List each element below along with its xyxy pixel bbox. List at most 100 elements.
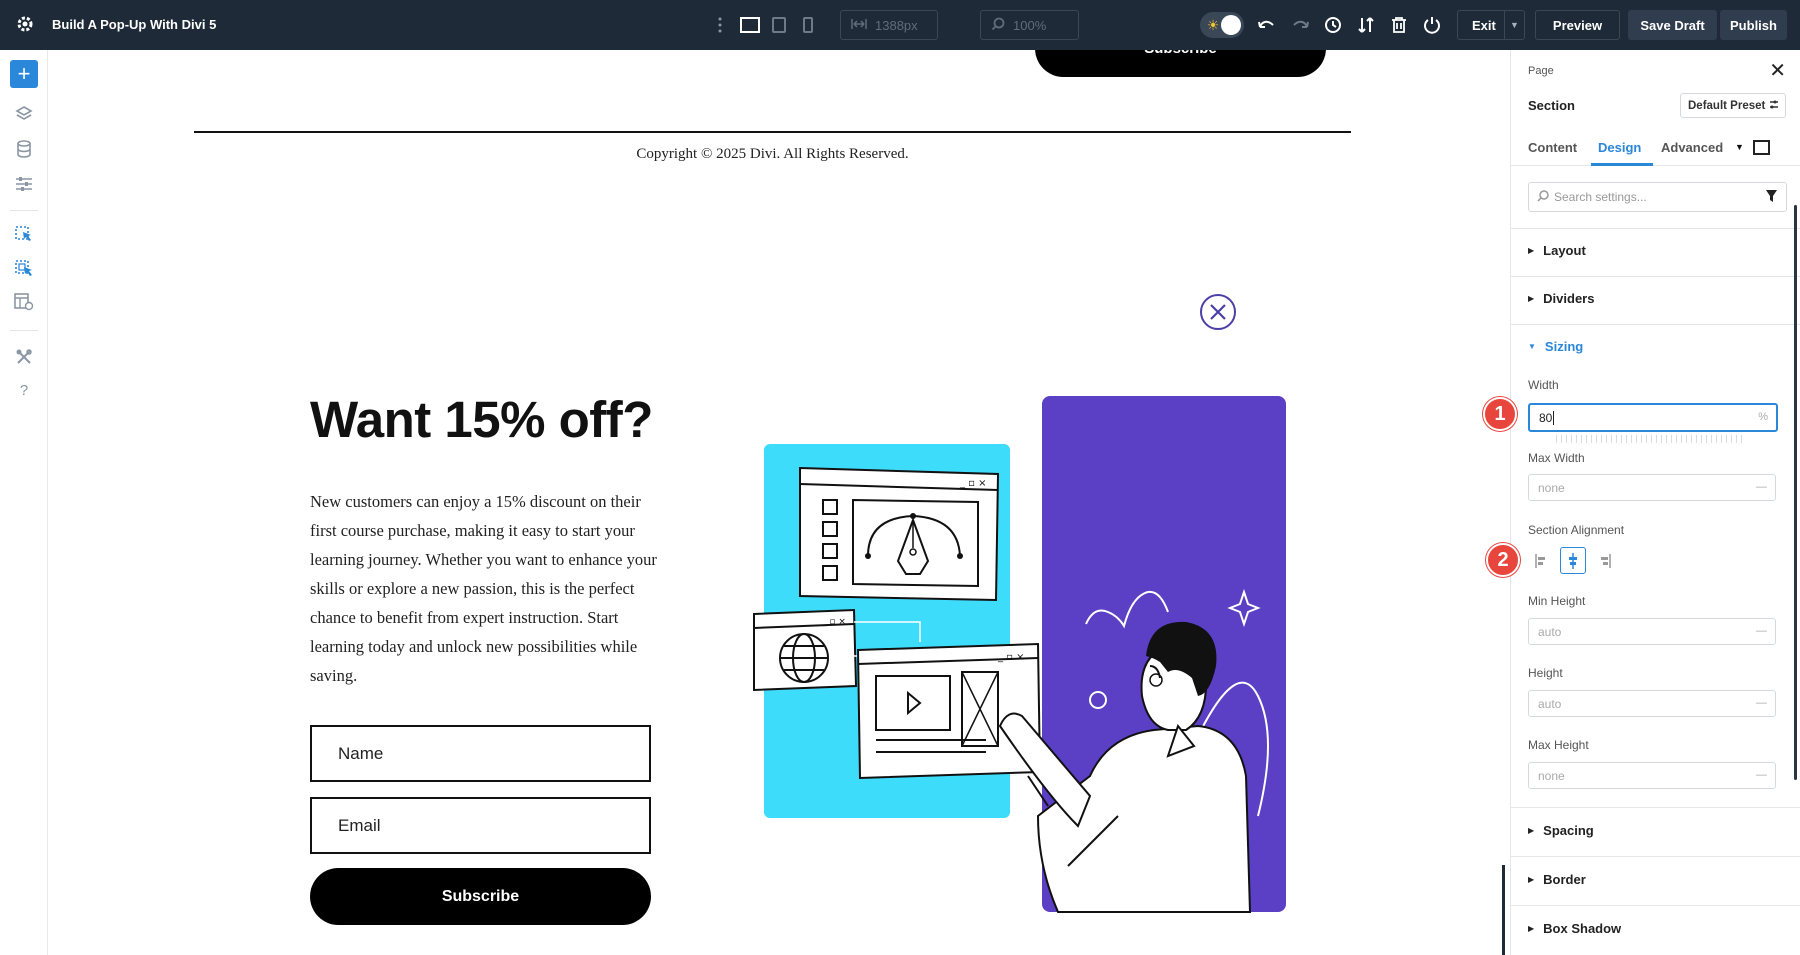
wireframe-toggle-icon[interactable] bbox=[1753, 140, 1770, 155]
unit-dash[interactable]: — bbox=[1756, 625, 1767, 637]
max-height-label: Max Height bbox=[1528, 738, 1589, 752]
tab-advanced[interactable]: Advanced bbox=[1661, 140, 1723, 155]
caret-right-icon: ▶ bbox=[1528, 294, 1535, 303]
help-icon[interactable]: ? bbox=[12, 378, 36, 402]
phone-icon[interactable] bbox=[796, 13, 820, 37]
exit-label: Exit bbox=[1472, 17, 1496, 33]
globe-window: _ ▫ × bbox=[753, 608, 858, 692]
max-height-input[interactable]: none — bbox=[1528, 762, 1776, 789]
layers-icon[interactable] bbox=[12, 102, 36, 126]
annotation-badge: 2 bbox=[1486, 543, 1520, 577]
builder-canvas[interactable]: Subscribe Copyright © 2025 Divi. All Rig… bbox=[48, 50, 1510, 955]
gear-icon[interactable] bbox=[15, 14, 35, 34]
group-sizing[interactable]: ▼ Sizing bbox=[1528, 339, 1583, 354]
width-slider[interactable] bbox=[1556, 435, 1746, 443]
tablet-icon[interactable] bbox=[767, 13, 791, 37]
database-icon[interactable] bbox=[12, 137, 36, 161]
footer-divider bbox=[194, 131, 1351, 133]
theme-toggle[interactable]: ☀ bbox=[1200, 12, 1244, 38]
group-dividers-label: Dividers bbox=[1543, 291, 1595, 306]
zoom-field[interactable]: 100% bbox=[980, 10, 1079, 40]
canvas-width-field[interactable]: 1388px bbox=[840, 10, 938, 40]
tab-design[interactable]: Design bbox=[1598, 140, 1641, 155]
search-settings-input[interactable]: Search settings... bbox=[1528, 182, 1787, 212]
app-title: Build A Pop-Up With Divi 5 bbox=[52, 17, 217, 32]
group-spacing-label: Spacing bbox=[1543, 823, 1594, 838]
power-icon[interactable] bbox=[1420, 13, 1444, 37]
cursor-icon[interactable] bbox=[12, 222, 36, 246]
preset-label: Default Preset bbox=[1688, 99, 1766, 112]
sort-icon[interactable] bbox=[1354, 13, 1378, 37]
unit-dash[interactable]: — bbox=[1756, 769, 1767, 781]
group-border[interactable]: ▶ Border bbox=[1528, 872, 1586, 887]
max-width-label: Max Width bbox=[1528, 451, 1585, 465]
min-height-label: Min Height bbox=[1528, 594, 1586, 608]
preview-button[interactable]: Preview bbox=[1535, 10, 1620, 40]
sliders-icon[interactable] bbox=[12, 172, 36, 196]
redo-icon[interactable] bbox=[1288, 13, 1312, 37]
caret-right-icon: ▶ bbox=[1528, 875, 1535, 884]
unit-dash[interactable]: — bbox=[1756, 697, 1767, 709]
history-icon[interactable] bbox=[1321, 13, 1345, 37]
group-box-shadow[interactable]: ▶ Box Shadow bbox=[1528, 921, 1621, 936]
exit-button[interactable]: Exit ▼ bbox=[1457, 10, 1525, 40]
subscribe-button[interactable]: Subscribe bbox=[310, 868, 651, 925]
width-unit[interactable]: % bbox=[1758, 411, 1768, 423]
max-height-value: none bbox=[1538, 768, 1565, 783]
more-vertical-icon[interactable] bbox=[708, 13, 732, 37]
filter-icon[interactable] bbox=[1766, 190, 1777, 205]
group-spacing[interactable]: ▶ Spacing bbox=[1528, 823, 1594, 838]
save-draft-button[interactable]: Save Draft bbox=[1628, 10, 1717, 40]
panel-scrollbar[interactable] bbox=[1794, 205, 1797, 780]
section-alignment-label: Section Alignment bbox=[1528, 523, 1625, 537]
page-settings-icon[interactable] bbox=[12, 290, 36, 314]
group-dividers[interactable]: ▶ Dividers bbox=[1528, 291, 1594, 306]
canvas-scroll-marker bbox=[1502, 865, 1505, 955]
svg-text:_ ▫ ×: _ ▫ × bbox=[997, 652, 1025, 663]
panel-tabs: Content Design Advanced ▼ bbox=[1511, 132, 1800, 166]
add-module-button[interactable]: + bbox=[10, 60, 38, 88]
breadcrumb[interactable]: Page bbox=[1528, 65, 1554, 77]
align-left-icon[interactable] bbox=[1528, 547, 1554, 574]
trash-icon[interactable] bbox=[1387, 13, 1411, 37]
publish-button[interactable]: Publish bbox=[1720, 10, 1787, 40]
height-value: auto bbox=[1538, 696, 1562, 711]
rail-divider bbox=[10, 330, 38, 331]
popup-close-icon[interactable] bbox=[1200, 294, 1236, 330]
group-box-shadow-label: Box Shadow bbox=[1543, 921, 1622, 936]
chevron-down-icon[interactable]: ▼ bbox=[1504, 11, 1524, 39]
max-width-input[interactable]: none — bbox=[1528, 474, 1776, 501]
unit-dash[interactable]: — bbox=[1756, 481, 1767, 493]
email-field[interactable]: Email bbox=[310, 797, 651, 854]
top-toolbar: Build A Pop-Up With Divi 5 1388px 100% ☀ bbox=[0, 0, 1800, 50]
min-height-value: auto bbox=[1538, 624, 1562, 639]
align-center-icon[interactable] bbox=[1560, 547, 1586, 574]
panel-divider bbox=[1511, 276, 1800, 277]
zoom-value: 100% bbox=[1013, 17, 1047, 33]
left-rail: + ? bbox=[0, 50, 48, 955]
height-input[interactable]: auto — bbox=[1528, 690, 1776, 717]
tools-icon[interactable] bbox=[12, 345, 36, 369]
toggle-knob bbox=[1221, 15, 1241, 35]
min-height-input[interactable]: auto — bbox=[1528, 618, 1776, 645]
undo-icon[interactable] bbox=[1255, 13, 1279, 37]
caret-down-icon: ▼ bbox=[1528, 342, 1536, 351]
chevron-down-icon[interactable]: ▼ bbox=[1735, 142, 1744, 152]
panel-divider bbox=[1511, 228, 1800, 229]
rail-divider bbox=[10, 210, 38, 211]
close-icon[interactable]: ✕ bbox=[1769, 61, 1786, 81]
tab-content[interactable]: Content bbox=[1528, 140, 1577, 155]
preset-options-icon bbox=[1769, 99, 1779, 114]
width-arrows-icon bbox=[851, 18, 867, 33]
name-field[interactable]: Name bbox=[310, 725, 651, 782]
group-layout[interactable]: ▶ Layout bbox=[1528, 243, 1586, 258]
desktop-icon[interactable] bbox=[738, 13, 762, 37]
footer-subscribe-button[interactable]: Subscribe bbox=[1035, 50, 1326, 77]
popup-illustration: _ ▫ × _ ▫ × _ ▫ × bbox=[753, 396, 1286, 913]
preset-dropdown[interactable]: Default Preset bbox=[1680, 93, 1786, 118]
group-border-label: Border bbox=[1543, 872, 1586, 887]
width-input[interactable]: 80 % bbox=[1528, 403, 1778, 432]
align-right-icon[interactable] bbox=[1592, 547, 1618, 574]
cursor-group-icon[interactable] bbox=[12, 256, 36, 280]
video-window: _ ▫ × bbox=[856, 642, 1042, 780]
